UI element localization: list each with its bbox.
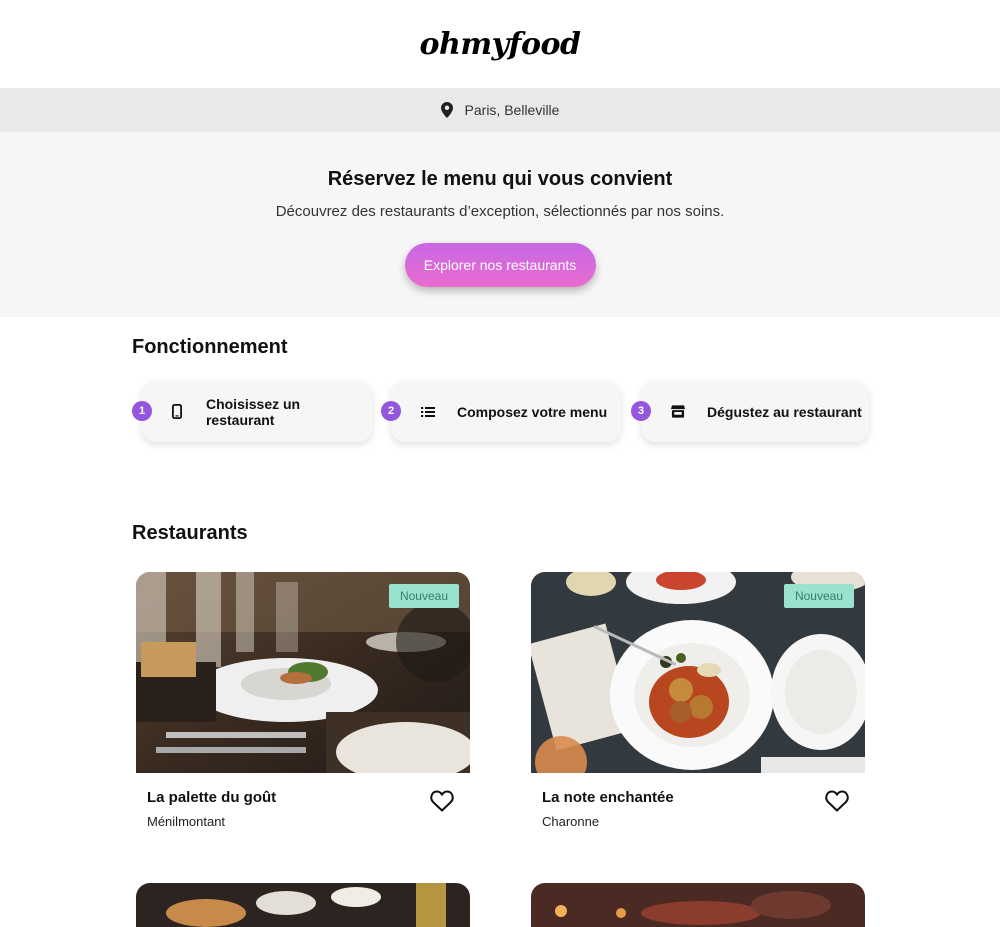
restaurant-area: Charonne [542, 814, 600, 829]
step-number: 2 [381, 401, 401, 421]
step-card: Composez votre menu [391, 381, 621, 442]
mobile-phone-icon [170, 404, 184, 420]
explore-restaurants-button[interactable]: Explorer nos restaurants [404, 243, 596, 287]
site-logo[interactable]: ohmyfood [420, 27, 581, 62]
restaurant-area: Ménilmontant [147, 814, 226, 829]
store-icon [671, 404, 685, 420]
list-icon [421, 404, 435, 420]
restaurant-card[interactable]: Nouveau La palette du goût Ménilmontant [136, 572, 470, 829]
step-2: 2 Composez votre menu [381, 381, 621, 442]
restaurant-photo[interactable] [136, 883, 470, 927]
step-number: 1 [132, 401, 152, 421]
step-3: 3 Dégustez au restaurant [631, 381, 869, 442]
step-number: 3 [631, 401, 651, 421]
restaurant-name: La note enchantée [542, 789, 674, 806]
restaurant-photo[interactable]: Nouveau [531, 572, 865, 773]
restaurant-photo[interactable] [531, 883, 865, 927]
hero-subtitle: Découvrez des restaurants d’exception, s… [275, 203, 725, 220]
restaurant-card-partial[interactable] [531, 883, 865, 927]
step-1: 1 Choisissez un restaurant [132, 381, 372, 442]
restaurant-info: La palette du goût Ménilmontant [136, 773, 470, 829]
step-card: Choisissez un restaurant [142, 381, 372, 442]
restaurant-photo[interactable]: Nouveau [136, 572, 470, 773]
restaurant-info: La note enchantée Charonne [531, 773, 865, 829]
new-badge: Nouveau [783, 584, 854, 608]
restaurant-card-partial[interactable] [136, 883, 470, 927]
new-badge: Nouveau [388, 584, 459, 608]
location-text: Paris, Belleville [464, 102, 560, 118]
hero-title: Réservez le menu qui vous convient [327, 168, 673, 190]
restaurant-card[interactable]: Nouveau La note enchantée Charonne [531, 572, 865, 829]
site-header: ohmyfood [0, 0, 1000, 88]
location-bar[interactable]: Paris, Belleville [0, 88, 1000, 132]
map-pin-icon [440, 102, 453, 118]
step-card: Dégustez au restaurant [641, 381, 869, 442]
restaurants-title: Restaurants [132, 522, 248, 544]
heart-icon[interactable] [430, 790, 454, 812]
step-label: Choisissez un restaurant [205, 395, 301, 428]
how-it-works-title: Fonctionnement [132, 336, 288, 358]
step-label: Dégustez au restaurant [707, 403, 862, 420]
heart-icon[interactable] [825, 790, 849, 812]
restaurant-name: La palette du goût [147, 789, 277, 806]
hero-section: Réservez le menu qui vous convient Décou… [0, 132, 1000, 317]
step-label: Composez votre menu [457, 403, 608, 420]
